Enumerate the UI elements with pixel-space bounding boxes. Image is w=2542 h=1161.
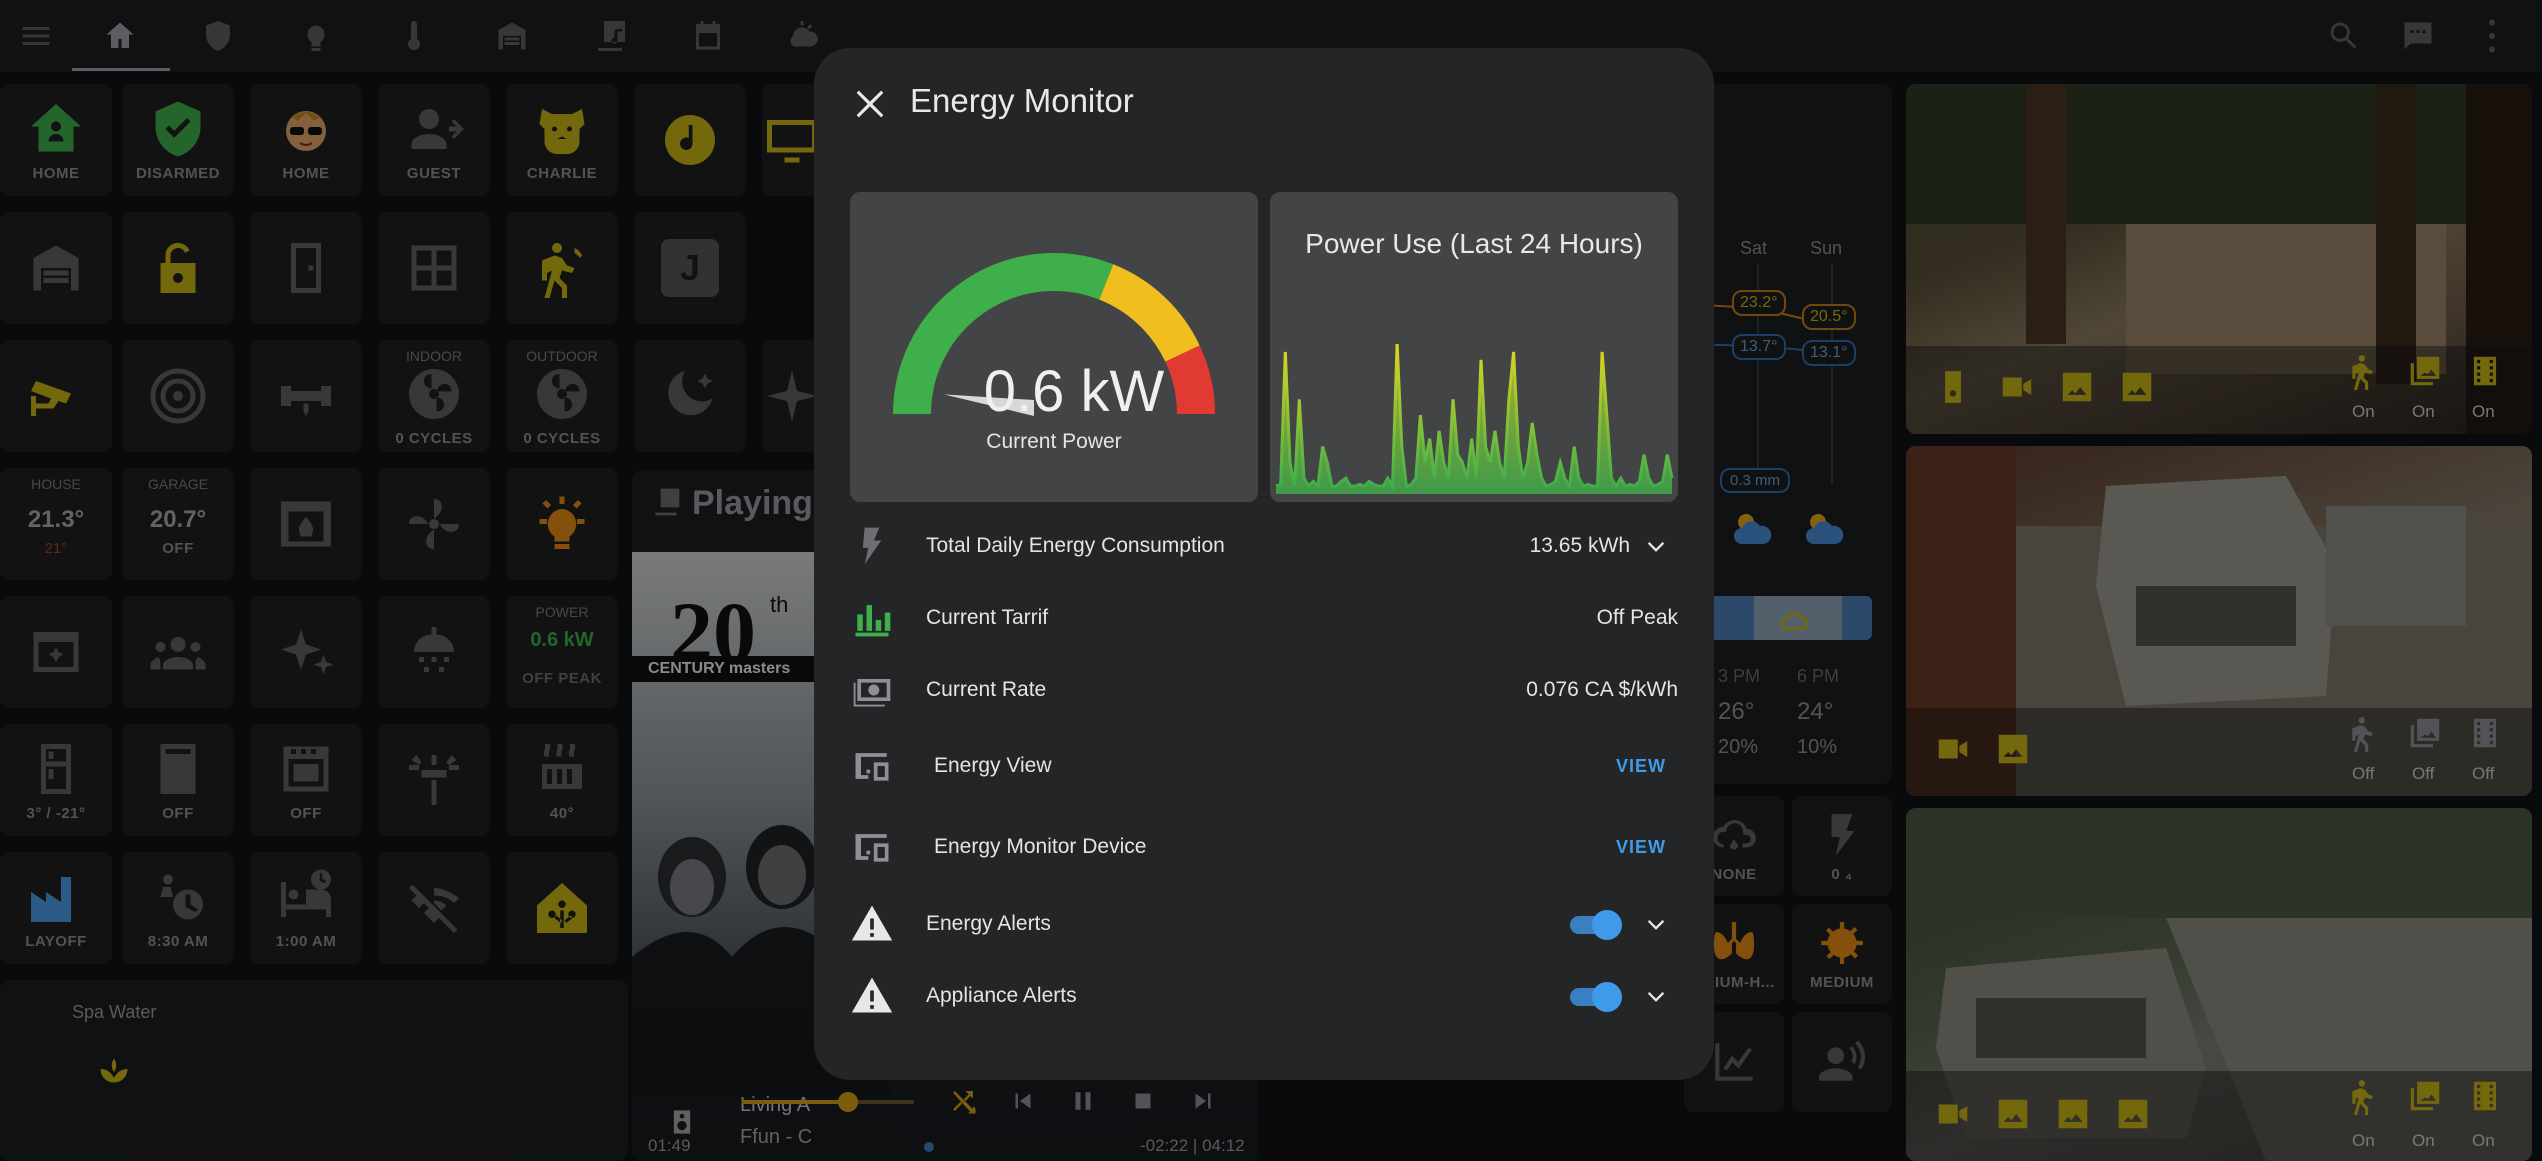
row-label: Energy View [934, 754, 1052, 777]
power-gauge [893, 253, 1215, 416]
chevron-down-icon[interactable] [1642, 910, 1670, 938]
row-label: Energy Monitor Device [934, 835, 1147, 858]
row-current-tariff[interactable]: Current Tarrif Off Peak [850, 588, 1678, 648]
row-value: 13.65 kWh [1529, 534, 1630, 557]
gauge-label: Current Power [986, 430, 1122, 453]
chevron-down-icon[interactable] [1642, 982, 1670, 1010]
gauge-value: 0.6 kW [983, 359, 1165, 424]
row-total-daily-energy[interactable]: Total Daily Energy Consumption 13.65 kWh [850, 516, 1678, 576]
alert-icon [851, 977, 893, 1013]
devices-icon [855, 753, 889, 781]
close-icon[interactable] [850, 84, 890, 124]
power-gauge-card[interactable]: 0.6 kW Current Power [850, 192, 1258, 502]
row-label: Current Tarrif [926, 606, 1049, 629]
row-label: Current Rate [926, 678, 1047, 701]
row-label: Appliance Alerts [926, 984, 1077, 1007]
appliance-alerts-toggle[interactable] [1566, 982, 1622, 1012]
chart-area [1276, 344, 1672, 494]
chart-line [1275, 343, 1674, 492]
energy-view-button[interactable]: VIEW [1616, 756, 1666, 777]
flash-icon [862, 527, 882, 565]
row-appliance-alerts[interactable]: Appliance Alerts [850, 966, 1678, 1026]
row-label: Total Daily Energy Consumption [926, 534, 1225, 557]
power-history-chart [1275, 343, 1674, 494]
power-history-card[interactable]: Power Use (Last 24 Hours) [1270, 192, 1678, 502]
chevron-down-icon[interactable] [1642, 532, 1670, 560]
gauge-segment-yellow [1098, 264, 1200, 363]
dialog-title: Energy Monitor [910, 82, 1134, 119]
devices-icon [855, 834, 889, 862]
row-energy-alerts[interactable]: Energy Alerts [850, 894, 1678, 954]
energy-monitor-dialog: Energy Monitor 0.6 kW Current Power Powe… [814, 48, 1714, 1080]
row-value: Off Peak [1596, 606, 1678, 629]
row-label: Energy Alerts [926, 912, 1051, 935]
energy-alerts-toggle[interactable] [1566, 910, 1622, 940]
row-energy-view[interactable]: Energy View VIEW [850, 736, 1678, 796]
cash-icon [853, 679, 891, 707]
chart-bar-icon [855, 605, 891, 637]
row-value: 0.076 CA $/kWh [1526, 678, 1678, 701]
row-current-rate[interactable]: Current Rate 0.076 CA $/kWh [850, 660, 1678, 720]
row-energy-monitor-device[interactable]: Energy Monitor Device VIEW [850, 817, 1678, 877]
energy-monitor-device-button[interactable]: VIEW [1616, 837, 1666, 858]
alert-icon [851, 905, 893, 941]
